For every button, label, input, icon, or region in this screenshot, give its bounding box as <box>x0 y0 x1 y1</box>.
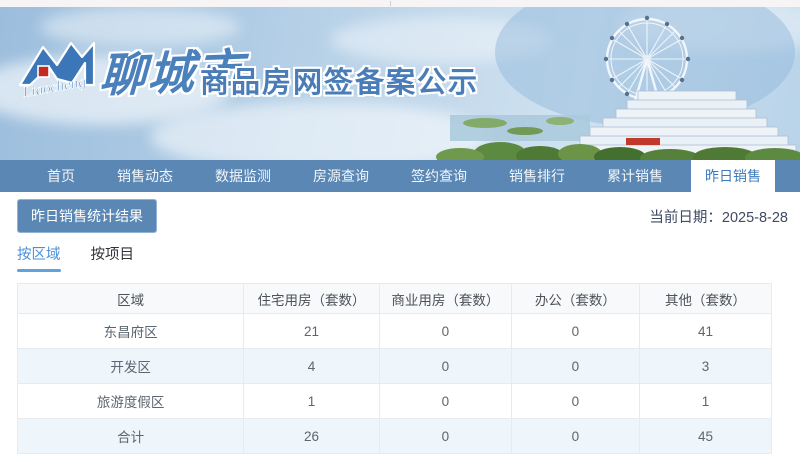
banner-scenery <box>436 7 800 160</box>
cell-value: 0 <box>510 348 641 384</box>
cell-value: 0 <box>510 418 641 454</box>
nav-item-data-monitor[interactable]: 数据监测 <box>201 160 285 192</box>
cell-value: 4 <box>243 348 380 384</box>
nav-item-contract-cancel[interactable]: 合同注销 <box>789 160 800 192</box>
view-tabs: 按区域 按项目 <box>17 243 800 274</box>
cell-value: 0 <box>378 418 512 454</box>
top-strip-divider <box>390 1 391 6</box>
table-header-row: 区域 住宅用房（套数） 商业用房（套数） 办公（套数） 其他（套数） <box>16 283 772 314</box>
cell-region: 旅游度假区 <box>16 383 245 419</box>
col-header-residential: 住宅用房（套数） <box>243 283 380 314</box>
nav-item-sales-ranking[interactable]: 销售排行 <box>495 160 579 192</box>
col-header-commercial: 商业用房（套数） <box>378 283 512 314</box>
nav-item-cumulative-sales[interactable]: 累计销售 <box>593 160 677 192</box>
cell-region: 合计 <box>16 418 245 454</box>
yesterday-sales-table: 区域 住宅用房（套数） 商业用房（套数） 办公（套数） 其他（套数） 东昌府区 … <box>16 283 772 454</box>
current-date-value: 2025-8-28 <box>721 209 788 226</box>
table-row: 旅游度假区 1 0 0 1 <box>16 383 772 419</box>
yesterday-sales-result-button[interactable]: 昨日销售统计结果 <box>17 199 157 233</box>
nav-item-contract-query[interactable]: 签约查询 <box>397 160 481 192</box>
main-navbar: 首页 销售动态 数据监测 房源查询 签约查询 销售排行 累计销售 昨日销售 合同… <box>0 160 800 192</box>
cell-value: 0 <box>510 313 641 349</box>
main-content: 昨日销售统计结果 当前日期：2025-8-28 按区域 按项目 区域 住宅用房（… <box>0 192 800 454</box>
cell-value: 0 <box>378 313 512 349</box>
nav-item-home[interactable]: 首页 <box>33 160 89 192</box>
page-top-strip <box>0 0 800 7</box>
lake-water-icon <box>450 115 590 141</box>
tab-by-project[interactable]: 按项目 <box>91 243 135 274</box>
col-header-region: 区域 <box>16 283 245 314</box>
toolbar: 昨日销售统计结果 当前日期：2025-8-28 <box>0 192 800 233</box>
cell-value: 1 <box>243 383 380 419</box>
current-date-label: 当前日期： <box>649 209 722 226</box>
cell-value: 45 <box>639 418 772 454</box>
cell-region: 东昌府区 <box>16 313 245 349</box>
cell-value: 0 <box>378 348 512 384</box>
col-header-office: 办公（套数） <box>510 283 641 314</box>
nav-item-sales-dynamics[interactable]: 销售动态 <box>103 160 187 192</box>
nav-item-yesterday-sales[interactable]: 昨日销售 <box>691 160 775 192</box>
col-header-other: 其他（套数） <box>639 283 772 314</box>
site-banner: Liaocheng 聊城市 商品房网签备案公示 <box>0 7 800 160</box>
cell-value: 26 <box>243 418 380 454</box>
cell-value: 0 <box>378 383 512 419</box>
tab-by-region[interactable]: 按区域 <box>17 243 61 274</box>
mountain-m-logo-icon: Liaocheng <box>18 41 96 101</box>
table-row: 东昌府区 21 0 0 41 <box>16 313 772 349</box>
table-row: 开发区 4 0 0 3 <box>16 348 772 384</box>
table-row-total: 合计 26 0 0 45 <box>16 418 772 454</box>
cell-value: 21 <box>243 313 380 349</box>
cell-value: 0 <box>510 383 641 419</box>
cell-value: 1 <box>639 383 772 419</box>
current-date: 当前日期：2025-8-28 <box>649 206 788 227</box>
cell-value: 3 <box>639 348 772 384</box>
nav-item-listing-query[interactable]: 房源查询 <box>299 160 383 192</box>
cell-region: 开发区 <box>16 348 245 384</box>
cell-value: 41 <box>639 313 772 349</box>
